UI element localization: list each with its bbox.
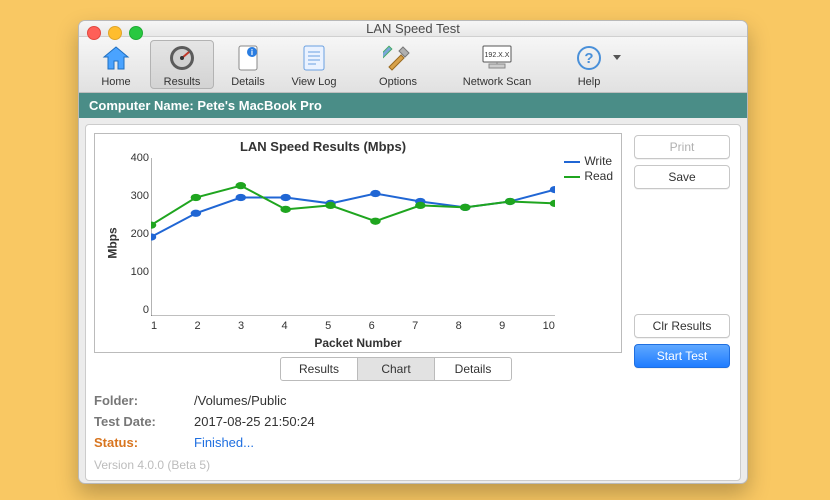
chart-legend: Write Read	[564, 154, 613, 184]
details-button[interactable]: i Details	[216, 40, 280, 89]
chart-xlabel: Packet Number	[95, 336, 621, 350]
folder-label: Folder:	[94, 393, 194, 408]
window-title: LAN Speed Test	[79, 21, 747, 36]
info-block: Folder: /Volumes/Public Test Date: 2017-…	[94, 393, 622, 450]
legend-item-read: Read	[564, 169, 613, 184]
help-button[interactable]: ? Help	[564, 40, 614, 89]
status-label: Status:	[94, 435, 194, 450]
main-panel: LAN Speed Results (Mbps) Write Read Mbps…	[85, 124, 741, 481]
test-date-label: Test Date:	[94, 414, 194, 429]
view-tabs: Results Chart Details	[94, 357, 512, 381]
viewlog-button[interactable]: View Log	[282, 40, 346, 89]
svg-text:?: ?	[584, 50, 593, 67]
tab-chart[interactable]: Chart	[357, 357, 435, 381]
chart-title: LAN Speed Results (Mbps)	[95, 139, 551, 154]
clear-results-button[interactable]: Clr Results	[634, 314, 730, 338]
svg-text:192.X.X: 192.X.X	[485, 52, 510, 59]
app-window: LAN Speed Test Home Results i Details Vi…	[78, 20, 748, 484]
details-icon: i	[235, 41, 261, 75]
tab-details[interactable]: Details	[434, 357, 512, 381]
chart-xticks: 12345678910	[151, 320, 555, 332]
options-button[interactable]: Options	[366, 40, 430, 89]
home-button[interactable]: Home	[84, 40, 148, 89]
toolbar: Home Results i Details View Log Options	[79, 37, 747, 93]
close-icon[interactable]	[87, 26, 101, 40]
print-button[interactable]: Print	[634, 135, 730, 159]
test-date-value: 2017-08-25 21:50:24	[194, 414, 622, 429]
svg-text:i: i	[251, 48, 253, 57]
zoom-icon[interactable]	[129, 26, 143, 40]
folder-value: /Volumes/Public	[194, 393, 622, 408]
chart-yticks: 4003002001000	[121, 152, 149, 316]
tab-results[interactable]: Results	[280, 357, 358, 381]
home-icon	[101, 41, 131, 75]
legend-item-write: Write	[564, 154, 613, 169]
help-icon: ?	[575, 41, 603, 75]
chevron-down-icon[interactable]	[613, 55, 621, 60]
results-button[interactable]: Results	[150, 40, 214, 89]
save-button[interactable]: Save	[634, 165, 730, 189]
minimize-icon[interactable]	[108, 26, 122, 40]
title-bar[interactable]: LAN Speed Test	[79, 21, 747, 37]
network-scan-button[interactable]: 192.X.X Network Scan	[450, 40, 544, 89]
chart-plot-area	[151, 158, 555, 316]
log-icon	[300, 41, 328, 75]
chart: LAN Speed Results (Mbps) Write Read Mbps…	[94, 133, 622, 353]
network-scan-icon: 192.X.X	[475, 41, 519, 75]
computer-name-banner: Computer Name: Pete's MacBook Pro	[79, 93, 747, 118]
start-test-button[interactable]: Start Test	[634, 344, 730, 368]
tools-icon	[383, 41, 413, 75]
gauge-icon	[167, 41, 197, 75]
status-value: Finished...	[194, 435, 622, 450]
chart-ylabel: Mbps	[106, 227, 120, 258]
